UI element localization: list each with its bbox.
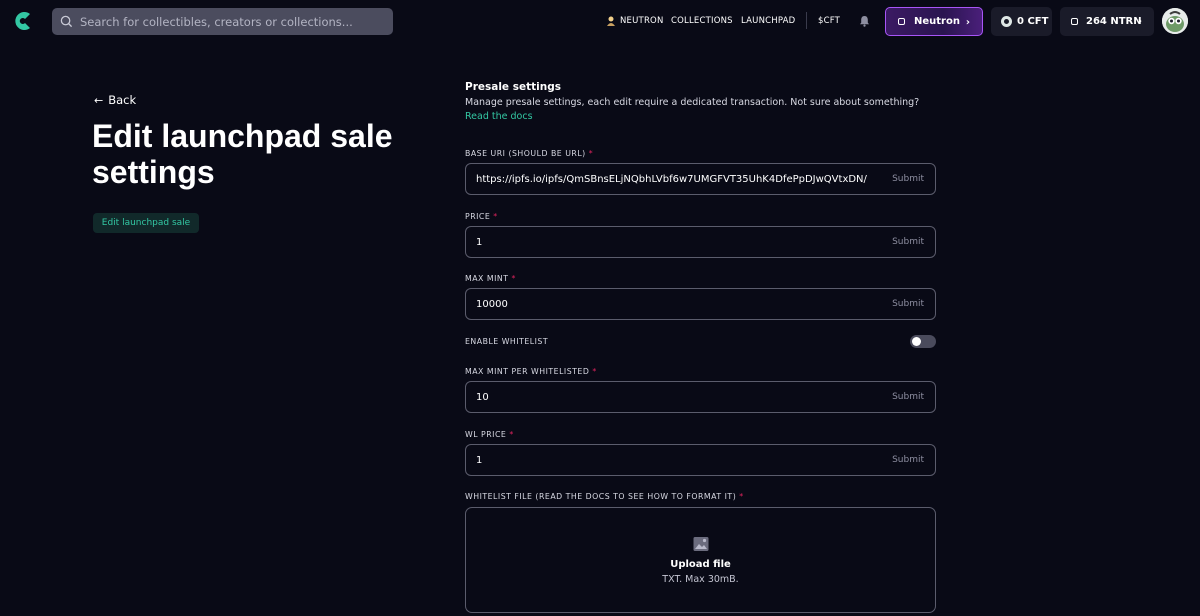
base-uri-input[interactable] (466, 173, 893, 185)
max-mint-submit-button[interactable]: Submit (892, 299, 924, 309)
network-selector-button[interactable]: Neutron › (885, 7, 983, 36)
arrow-left-icon: ← (94, 93, 104, 107)
max-mint-field: Submit (465, 288, 936, 320)
user-avatar[interactable] (1162, 8, 1188, 34)
max-mint-input[interactable] (466, 298, 893, 310)
max-mint-per-whitelisted-input[interactable] (466, 391, 893, 403)
network-selector-label: Neutron (914, 16, 960, 27)
wl-price-submit-button[interactable]: Submit (892, 455, 924, 465)
notification-bell-icon[interactable] (859, 15, 870, 27)
max-mint-per-whitelisted-label: MAX MINT PER WHITELISTED * (465, 367, 597, 376)
max-mint-label-text: MAX MINT (465, 274, 509, 283)
base-uri-submit-button[interactable]: Submit (892, 174, 924, 184)
search-icon (60, 15, 73, 28)
section-title: Presale settings (465, 81, 561, 93)
nav-collections[interactable]: COLLECTIONS (671, 14, 733, 28)
required-marker: * (509, 430, 514, 439)
cft-balance-button[interactable]: 0 CFT (991, 7, 1052, 36)
ntrn-balance: 264 NTRN (1086, 16, 1142, 27)
base-uri-label-text: BASE URI (SHOULD BE URL) (465, 149, 586, 158)
nav-neutron-label: NEUTRON (620, 16, 664, 26)
max-mint-per-whitelisted-submit-button[interactable]: Submit (892, 392, 924, 402)
price-label-text: PRICE (465, 212, 491, 221)
price-label: PRICE * (465, 212, 498, 221)
required-marker: * (511, 274, 516, 283)
nav-cft[interactable]: $CFT (818, 14, 840, 28)
back-link[interactable]: ← Back (94, 93, 136, 107)
search-bar[interactable] (52, 8, 393, 35)
required-marker: * (592, 367, 597, 376)
section-description-text: Manage presale settings, each edit requi… (465, 97, 920, 108)
tab-edit-launchpad-sale[interactable]: Edit launchpad sale (93, 213, 199, 233)
max-mint-per-whitelisted-label-text: MAX MINT PER WHITELISTED (465, 367, 590, 376)
base-uri-label: BASE URI (SHOULD BE URL) * (465, 149, 593, 158)
whitelist-file-dropzone[interactable]: Upload file TXT. Max 30mB. (465, 507, 936, 613)
app-logo-icon[interactable] (12, 10, 34, 32)
cft-balance: 0 CFT (1017, 16, 1049, 27)
back-label: Back (108, 93, 137, 107)
upload-file-title: Upload file (670, 559, 731, 570)
price-field: Submit (465, 226, 936, 258)
wl-price-label: WL PRICE * (465, 430, 514, 439)
page-title: Edit launchpad sale settings (92, 118, 393, 190)
read-docs-link[interactable]: Read the docs (465, 111, 533, 122)
nav-neutron[interactable]: NEUTRON (606, 14, 664, 28)
required-marker: * (493, 212, 498, 221)
wl-price-label-text: WL PRICE (465, 430, 507, 439)
ntrn-token-icon (1071, 18, 1078, 25)
neutron-mascot-icon (607, 16, 615, 26)
required-marker: * (588, 149, 594, 158)
ntrn-balance-button[interactable]: 264 NTRN › (1060, 7, 1154, 36)
section-description: Manage presale settings, each edit requi… (465, 96, 935, 123)
price-submit-button[interactable]: Submit (892, 237, 924, 247)
chevron-right-icon: › (965, 17, 970, 28)
max-mint-label: MAX MINT * (465, 274, 516, 283)
whitelist-file-label: WHITELIST FILE (READ THE DOCS TO SEE HOW… (465, 492, 744, 501)
image-upload-icon (693, 537, 709, 551)
search-input[interactable] (80, 14, 380, 29)
upload-file-hint: TXT. Max 30mB. (662, 574, 739, 585)
neutron-chain-icon (898, 18, 905, 25)
enable-whitelist-toggle[interactable] (910, 335, 936, 348)
nav-launchpad[interactable]: LAUNCHPAD (741, 14, 795, 28)
cft-token-icon (1001, 16, 1012, 27)
enable-whitelist-label: ENABLE WHITELIST (465, 337, 549, 346)
whitelist-file-label-text: WHITELIST FILE (READ THE DOCS TO SEE HOW… (465, 492, 737, 501)
required-marker: * (739, 492, 744, 501)
wl-price-input[interactable] (466, 454, 893, 466)
wl-price-field: Submit (465, 444, 936, 476)
max-mint-per-whitelisted-field: Submit (465, 381, 936, 413)
chevron-right-icon: › (1137, 16, 1142, 27)
base-uri-field: Submit (465, 163, 936, 195)
price-input[interactable] (466, 236, 893, 248)
nav-divider (806, 12, 807, 29)
toggle-knob (912, 337, 921, 346)
